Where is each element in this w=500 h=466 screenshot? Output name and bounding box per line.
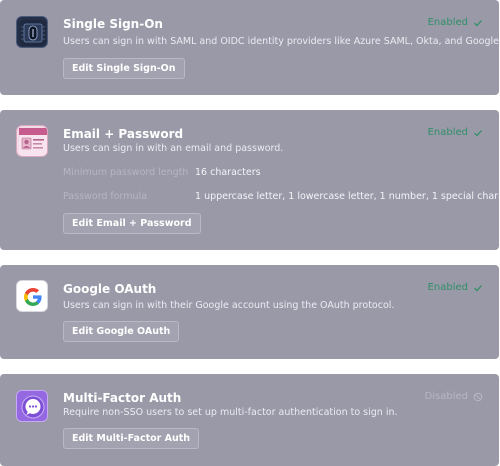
auth-methods-list: Single Sign-On Users can sign in with SA… [0, 0, 500, 466]
card-title: Multi-Factor Auth [63, 391, 182, 405]
card-title: Google OAuth [63, 282, 157, 296]
status-label: Enabled [427, 127, 468, 138]
card-title: Single Sign-On [63, 17, 163, 31]
status-label: Enabled [427, 282, 468, 293]
password-formula-value: 1 uppercase letter, 1 lowercase letter, … [195, 191, 499, 202]
card-email-password: Email + Password Users can sign in with … [0, 110, 499, 250]
card-multi-factor-auth: Multi-Factor Auth Require non-SSO users … [0, 374, 499, 466]
card-description: Users can sign in with their Google acco… [63, 300, 395, 311]
id-card-icon [16, 125, 48, 157]
status-badge: Enabled [428, 127, 483, 138]
status-badge: Enabled [428, 17, 483, 28]
card-description: Users can sign in with an email and pass… [63, 143, 284, 154]
check-icon [474, 284, 482, 291]
card-description: Users can sign in with SAML and OIDC ide… [63, 36, 499, 47]
google-logo-icon [16, 280, 48, 312]
edit-multi-factor-auth-button[interactable]: Edit Multi-Factor Auth [63, 428, 200, 449]
status-badge: Disabled [425, 391, 483, 402]
sso-chip-icon [16, 16, 48, 48]
edit-google-oauth-button[interactable]: Edit Google OAuth [63, 321, 180, 342]
card-title: Email + Password [63, 127, 184, 141]
min-password-length-value: 16 characters [195, 167, 261, 178]
card-description: Require non-SSO users to set up multi-fa… [63, 407, 398, 418]
status-badge: Enabled [428, 282, 483, 293]
disabled-icon [473, 392, 483, 401]
status-label: Enabled [427, 17, 468, 28]
password-formula-label: Password formula [63, 191, 148, 202]
card-single-sign-on: Single Sign-On Users can sign in with SA… [0, 0, 499, 95]
chat-bubble-icon [16, 390, 48, 422]
check-icon [474, 19, 482, 26]
check-icon [474, 129, 482, 136]
edit-single-sign-on-button[interactable]: Edit Single Sign-On [63, 58, 185, 79]
min-password-length-label: Minimum password length [63, 167, 189, 178]
status-label: Disabled [424, 391, 468, 402]
edit-email-password-button[interactable]: Edit Email + Password [63, 213, 201, 234]
card-google-oauth: Google OAuth Users can sign in with thei… [0, 265, 499, 359]
